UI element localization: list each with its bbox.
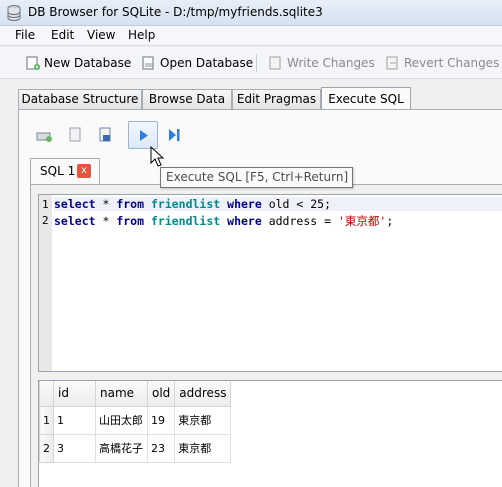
sql-tab-label: SQL 1 <box>40 164 76 178</box>
menu-help[interactable]: Help <box>125 28 158 42</box>
column-header-id[interactable]: id <box>53 381 96 407</box>
cell-old[interactable]: 19 <box>146 405 176 435</box>
revert-changes-icon <box>386 56 398 70</box>
sql-tab-1[interactable]: SQL 1 x <box>30 158 100 184</box>
execute-line-icon[interactable] <box>166 127 184 145</box>
table-row: 1 1 山田太郎 19 東京都 <box>39 405 232 435</box>
menu-edit[interactable]: Edit <box>48 28 77 42</box>
cell-id[interactable]: 3 <box>53 433 96 463</box>
results-table: id name old address 1 1 山田太郎 19 東京都 2 3 <box>39 381 232 463</box>
play-icon <box>140 130 148 141</box>
results-grid: id name old address 1 1 山田太郎 19 東京都 2 3 <box>38 380 502 487</box>
line-number: 2 <box>42 214 49 227</box>
sql-toolbar <box>30 120 230 150</box>
sql-editor[interactable]: 1 2 select * from friendlist where old <… <box>38 194 502 372</box>
tab-database-structure[interactable]: Database Structure <box>18 89 142 109</box>
code-line-1[interactable]: select * from friendlist where old < 25; <box>54 197 502 211</box>
menu-bar: File Edit View Help <box>0 26 502 46</box>
tab-browse-data[interactable]: Browse Data <box>142 89 232 109</box>
cell-id[interactable]: 1 <box>53 405 96 435</box>
close-icon[interactable]: x <box>77 164 91 178</box>
row-header[interactable]: 2 <box>39 433 54 463</box>
line-number-gutter: 1 2 <box>39 195 52 371</box>
column-header-name[interactable]: name <box>95 381 148 407</box>
row-header[interactable]: 1 <box>39 405 54 435</box>
cell-address[interactable]: 東京都 <box>174 433 232 463</box>
revert-changes-label: Revert Changes <box>404 56 500 70</box>
editor-results-splitter[interactable] <box>38 373 502 380</box>
title-bar: DB Browser for SQLite - D:/tmp/myfriends… <box>0 0 502 26</box>
menu-file[interactable]: File <box>12 28 38 42</box>
cell-address[interactable]: 東京都 <box>174 405 232 435</box>
new-database-button[interactable]: New Database <box>26 52 131 74</box>
new-database-icon <box>26 56 40 70</box>
tab-edit-pragmas[interactable]: Edit Pragmas <box>232 89 321 109</box>
execute-sql-tooltip: Execute SQL [F5, Ctrl+Return] <box>160 167 353 188</box>
mouse-cursor-icon <box>150 146 165 167</box>
open-database-button[interactable]: Open Database <box>142 52 253 74</box>
code-line-2[interactable]: select * from friendlist where address =… <box>54 213 393 229</box>
line-number: 1 <box>42 198 49 211</box>
cell-name[interactable]: 山田太郎 <box>95 405 148 435</box>
cell-name[interactable]: 高橋花子 <box>95 433 148 463</box>
window-title: DB Browser for SQLite - D:/tmp/myfriends… <box>28 5 323 19</box>
toolbar-separator <box>256 54 257 72</box>
write-changes-icon <box>269 56 281 70</box>
column-header-address[interactable]: address <box>174 381 232 407</box>
write-changes-button[interactable]: Write Changes <box>269 52 375 74</box>
open-database-icon <box>142 56 154 70</box>
save-sql-file-icon[interactable] <box>96 126 114 144</box>
revert-changes-button[interactable]: Revert Changes <box>386 52 499 74</box>
new-database-label: New Database <box>44 56 132 70</box>
write-changes-label: Write Changes <box>287 56 375 70</box>
app-window: DB Browser for SQLite - D:/tmp/myfriends… <box>0 0 502 487</box>
execute-sql-button[interactable] <box>128 121 158 149</box>
column-header-old[interactable]: old <box>146 381 176 407</box>
main-toolbar: New Database Open Database Write Changes… <box>0 47 502 79</box>
tab-execute-sql[interactable]: Execute SQL <box>321 87 411 109</box>
menu-view[interactable]: View <box>84 28 118 42</box>
open-tab-icon[interactable] <box>36 126 54 144</box>
table-row: 2 3 高橋花子 23 東京都 <box>39 433 232 463</box>
open-database-label: Open Database <box>160 56 254 70</box>
cell-old[interactable]: 23 <box>146 433 176 463</box>
corner-header[interactable] <box>39 381 54 407</box>
open-sql-file-icon[interactable] <box>66 126 84 144</box>
database-app-icon <box>7 5 21 21</box>
